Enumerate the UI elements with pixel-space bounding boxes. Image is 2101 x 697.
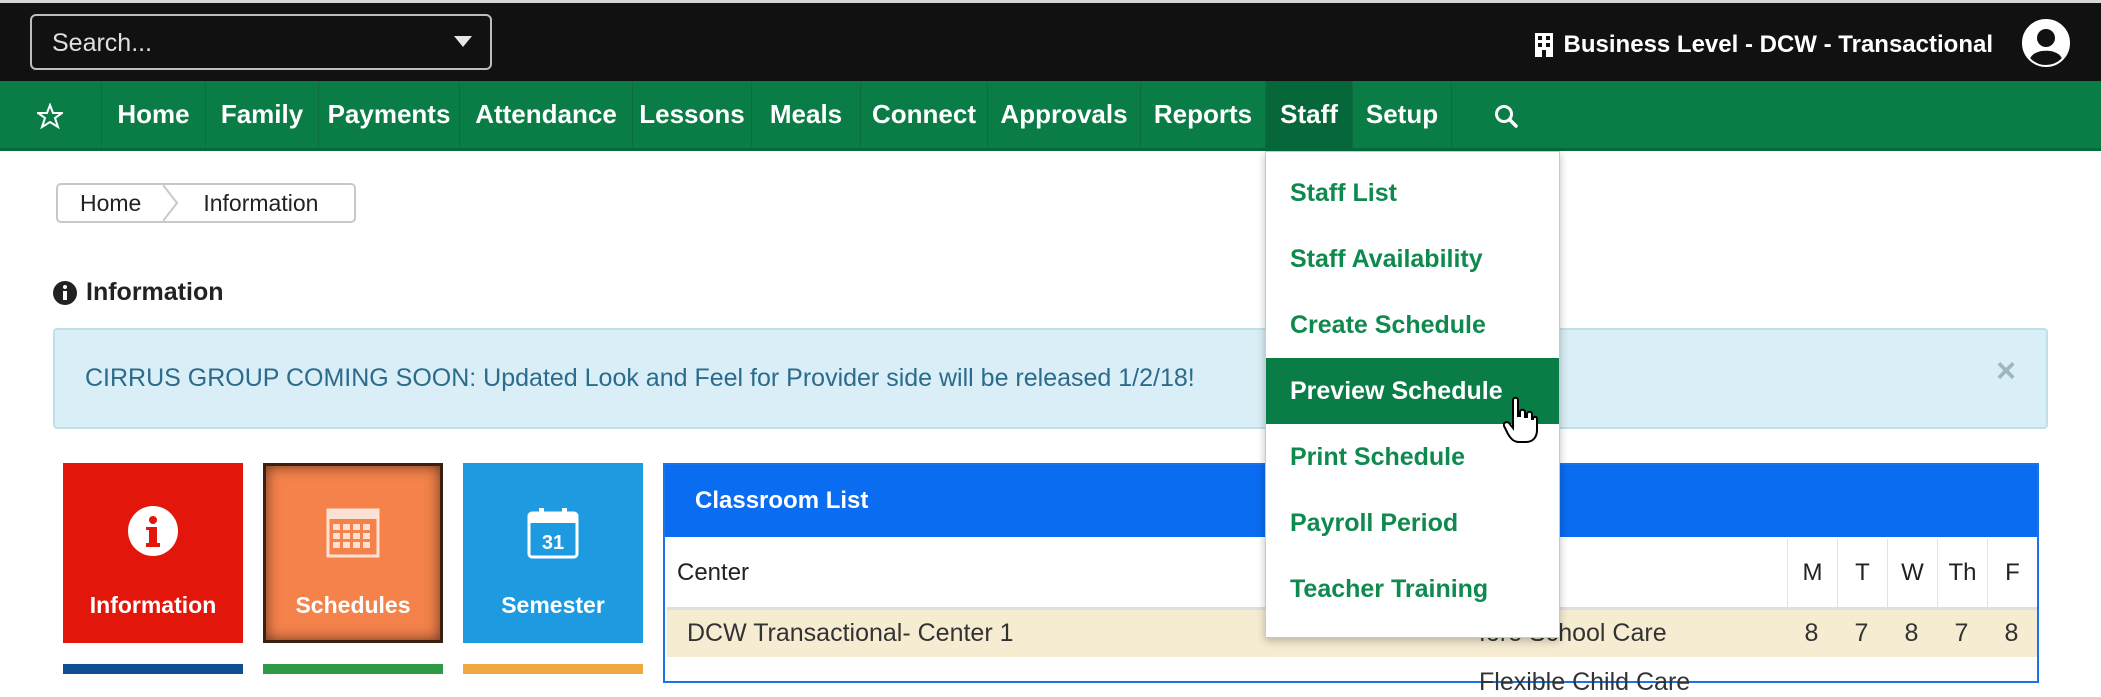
tile-semester-label: Semester bbox=[501, 592, 605, 618]
nav-family[interactable]: Family bbox=[205, 81, 318, 148]
tile-partial-1[interactable] bbox=[63, 664, 243, 674]
page-title-text: Information bbox=[86, 278, 224, 306]
tile-partial-2[interactable] bbox=[263, 664, 443, 674]
table-row[interactable]: Flexible Child Care bbox=[667, 657, 2037, 696]
hand-cursor-icon bbox=[1503, 396, 1538, 443]
menu-item-create-schedule[interactable]: Create Schedule bbox=[1266, 292, 1559, 358]
breadcrumb-separator bbox=[163, 185, 179, 221]
chevron-down-icon[interactable] bbox=[454, 36, 472, 47]
row-mon: 8 bbox=[1804, 619, 1819, 647]
announcement-alert: CIRRUS GROUP COMING SOON: Updated Look a… bbox=[53, 328, 2048, 429]
calendar-grid-icon bbox=[326, 508, 380, 558]
nav-approvals[interactable]: Approvals bbox=[987, 81, 1140, 148]
tile-information-label: Information bbox=[89, 592, 217, 618]
close-icon[interactable]: × bbox=[1996, 352, 2016, 391]
header-wed: W bbox=[1887, 539, 1937, 607]
row-wed: 8 bbox=[1904, 619, 1919, 647]
nav-attendance[interactable]: Attendance bbox=[459, 81, 632, 148]
user-avatar-icon[interactable] bbox=[2021, 18, 2071, 68]
tile-semester[interactable]: 31 Semester bbox=[463, 463, 643, 643]
page-title: Information bbox=[52, 278, 224, 307]
menu-item-teacher-training[interactable]: Teacher Training bbox=[1266, 556, 1559, 622]
tile-schedules-label: Schedules bbox=[295, 592, 411, 618]
calendar-icon: 31 bbox=[527, 508, 579, 559]
breadcrumb: Home Information bbox=[56, 183, 357, 223]
header-fri: F bbox=[1987, 539, 2037, 607]
business-label: Business Level - DCW - Transactional bbox=[1563, 31, 1993, 58]
breadcrumb-current: Information bbox=[203, 190, 319, 216]
staff-dropdown-menu: Staff List Staff Availability Create Sch… bbox=[1265, 151, 1560, 638]
main-nav: Home Family Payments Attendance Lessons … bbox=[0, 81, 2101, 151]
nav-search-icon[interactable] bbox=[1451, 81, 1560, 148]
nav-setup[interactable]: Setup bbox=[1352, 81, 1451, 148]
top-bar: Business Level - DCW - Transactional bbox=[0, 0, 2101, 81]
nav-payments[interactable]: Payments bbox=[318, 81, 459, 148]
alert-text: CIRRUS GROUP COMING SOON: Updated Look a… bbox=[85, 364, 1195, 392]
row-tue: 7 bbox=[1854, 619, 1869, 647]
menu-item-staff-availability[interactable]: Staff Availability bbox=[1266, 226, 1559, 292]
header-thu: Th bbox=[1937, 539, 1987, 607]
calendar-day: 31 bbox=[542, 532, 564, 554]
search-input[interactable] bbox=[32, 16, 454, 70]
tile-schedules[interactable]: Schedules bbox=[263, 463, 443, 643]
search-box[interactable] bbox=[30, 14, 492, 70]
header-mon: M bbox=[1787, 539, 1837, 607]
row-thu: 7 bbox=[1954, 619, 1969, 647]
nav-home[interactable]: Home bbox=[101, 81, 205, 148]
row-center: DCW Transactional- Center 1 bbox=[687, 619, 1014, 647]
info-icon bbox=[128, 506, 178, 556]
nav-connect[interactable]: Connect bbox=[860, 81, 987, 148]
header-tue: T bbox=[1837, 539, 1887, 607]
building-icon bbox=[1534, 33, 1553, 57]
header-center[interactable]: Center bbox=[677, 539, 749, 607]
nav-meals[interactable]: Meals bbox=[751, 81, 860, 148]
tile-information[interactable]: Information bbox=[63, 463, 243, 643]
favorites-star-icon[interactable] bbox=[0, 81, 100, 148]
info-circle-icon bbox=[53, 280, 77, 305]
tile-partial-3[interactable] bbox=[463, 664, 643, 674]
breadcrumb-home[interactable]: Home bbox=[58, 185, 163, 221]
menu-item-staff-list[interactable]: Staff List bbox=[1266, 160, 1559, 226]
nav-lessons[interactable]: Lessons bbox=[632, 81, 751, 148]
business-selector[interactable]: Business Level - DCW - Transactional bbox=[1534, 29, 1993, 61]
nav-reports[interactable]: Reports bbox=[1140, 81, 1265, 148]
row-fri: 8 bbox=[2004, 619, 2019, 647]
menu-item-payroll-period[interactable]: Payroll Period bbox=[1266, 490, 1559, 556]
nav-staff[interactable]: Staff bbox=[1265, 81, 1352, 148]
